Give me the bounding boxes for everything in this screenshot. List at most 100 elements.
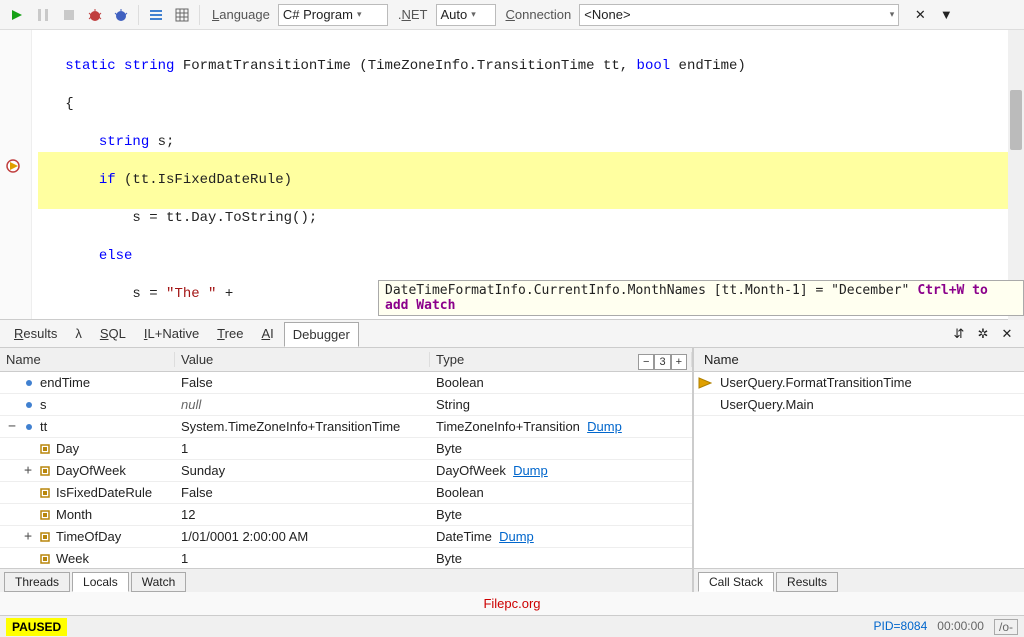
callstack-list[interactable]: UserQuery.FormatTransitionTime UserQuery.… (694, 372, 1024, 568)
chevron-down-icon: ▾ (471, 9, 476, 20)
var-value: False (175, 485, 430, 500)
grid-view-icon[interactable] (171, 4, 193, 26)
property-icon (38, 530, 52, 544)
status-time: 00:00:00 (937, 619, 984, 635)
var-value: 1/01/0001 2:00:00 AM (175, 529, 430, 544)
var-name: IsFixedDateRule (56, 485, 152, 500)
locals-grid[interactable]: endTimeFalseBooleansnullString−ttSystem.… (0, 372, 692, 568)
locals-row[interactable]: Day1Byte (0, 438, 692, 460)
code-editor[interactable]: static string FormatTransitionTime (Time… (0, 30, 1024, 320)
var-type: Byte (430, 551, 692, 566)
var-type: Boolean (430, 485, 692, 500)
close-panel-icon[interactable]: ✕ (996, 323, 1018, 345)
pause-button[interactable] (32, 4, 54, 26)
var-name: Week (56, 551, 89, 566)
locals-row[interactable]: + DayOfWeek SundayDayOfWeek Dump (0, 460, 692, 482)
locals-row[interactable]: endTimeFalseBoolean (0, 372, 692, 394)
var-name: Day (56, 441, 79, 456)
net-label: .NET (398, 7, 428, 22)
callstack-row[interactable]: UserQuery.Main (694, 394, 1024, 416)
locals-row[interactable]: Month12Byte (0, 504, 692, 526)
stack-frame-name: UserQuery.Main (720, 397, 814, 412)
depth-control[interactable]: −3+ (638, 354, 687, 370)
var-type: Boolean (430, 375, 692, 390)
locals-row[interactable]: Week 1Byte (0, 548, 692, 568)
tab-tree[interactable]: Tree (209, 322, 251, 345)
tab-sql[interactable]: SQL (92, 322, 134, 345)
run-button[interactable] (6, 4, 28, 26)
expand-icon[interactable]: − (6, 419, 18, 434)
var-type: Byte (430, 441, 692, 456)
locals-row[interactable]: IsFixedDateRule FalseBoolean (0, 482, 692, 504)
var-type: DayOfWeek Dump (430, 463, 692, 478)
status-mode: /o- (994, 619, 1018, 635)
property-icon (38, 552, 52, 566)
tab-results[interactable]: Results (6, 322, 65, 345)
callstack-bottom-tabs: Call Stack Results (694, 568, 1024, 592)
var-value: 1 (175, 551, 430, 566)
tab-callstack[interactable]: Call Stack (698, 572, 774, 592)
dropdown-button[interactable]: ▼ (935, 4, 957, 26)
var-type: Byte (430, 507, 692, 522)
field-icon (22, 376, 36, 390)
chevron-down-icon: ▾ (357, 9, 362, 20)
connection-select[interactable]: <None>▾ (579, 4, 899, 26)
field-icon (22, 420, 36, 434)
tab-locals[interactable]: Locals (72, 572, 129, 592)
tab-cs-results[interactable]: Results (776, 572, 838, 592)
dump-link[interactable]: Dump (587, 419, 622, 434)
var-value: Sunday (175, 463, 430, 478)
tab-ilnative[interactable]: IL+Native (136, 322, 207, 345)
status-pid: PID=8084 (874, 619, 928, 635)
tab-watch[interactable]: Watch (131, 572, 187, 592)
expand-icon[interactable]: + (22, 529, 34, 544)
var-name: tt (40, 419, 47, 434)
locals-header: Name Value Type −3+ (0, 348, 692, 372)
property-icon (38, 464, 52, 478)
dump-link[interactable]: Dump (513, 463, 548, 478)
dump-link[interactable]: Dump (499, 529, 534, 544)
var-name: endTime (40, 375, 90, 390)
tab-lambda[interactable]: λ (67, 322, 90, 345)
refresh-icon[interactable]: ✲ (972, 323, 994, 345)
bug-icon[interactable] (84, 4, 106, 26)
callstack-panel: Name UserQuery.FormatTransitionTimeUserQ… (694, 348, 1024, 592)
chevron-down-icon: ▾ (890, 9, 895, 20)
close-button[interactable]: ✕ (909, 4, 931, 26)
debug-panels: Name Value Type −3+ endTimeFalseBooleans… (0, 348, 1024, 592)
property-icon (38, 442, 52, 456)
tab-ai[interactable]: AI (253, 322, 281, 345)
locals-row[interactable]: +TimeOfDay1/01/0001 2:00:00 AMDateTime D… (0, 526, 692, 548)
var-value: null (175, 397, 430, 412)
property-icon (38, 508, 52, 522)
status-paused: PAUSED (6, 618, 67, 636)
tab-debugger[interactable]: Debugger (284, 322, 359, 347)
callstack-row[interactable]: UserQuery.FormatTransitionTime (694, 372, 1024, 394)
locals-row[interactable]: snullString (0, 394, 692, 416)
var-value: System.TimeZoneInfo+TransitionTime (175, 419, 430, 434)
list-view-icon[interactable] (145, 4, 167, 26)
stop-button[interactable] (58, 4, 80, 26)
var-name: DayOfWeek (56, 463, 126, 478)
output-tabs: Results λ SQL IL+Native Tree AI Debugger… (0, 320, 1024, 348)
callstack-header: Name (694, 348, 1024, 372)
var-type: String (430, 397, 692, 412)
sort-icon[interactable]: ⇵ (948, 323, 970, 345)
property-icon (38, 486, 52, 500)
net-select[interactable]: Auto▾ (436, 4, 496, 26)
stack-pointer-icon (698, 377, 714, 389)
language-label: Language (212, 7, 270, 22)
watermark: Filepc.org (483, 596, 540, 611)
connection-label: Connection (506, 7, 572, 22)
tab-threads[interactable]: Threads (4, 572, 70, 592)
locals-panel: Name Value Type −3+ endTimeFalseBooleans… (0, 348, 694, 592)
bug-blue-icon[interactable] (110, 4, 132, 26)
var-value: 12 (175, 507, 430, 522)
var-name: TimeOfDay (56, 529, 121, 544)
status-bar: PAUSED PID=8084 00:00:00 /o- (0, 615, 1024, 637)
debug-tooltip: DateTimeFormatInfo.CurrentInfo.MonthName… (378, 280, 1024, 316)
main-toolbar: Language C# Program▾ .NET Auto▾ Connecti… (0, 0, 1024, 30)
expand-icon[interactable]: + (22, 463, 34, 478)
locals-row[interactable]: −ttSystem.TimeZoneInfo+TransitionTimeTim… (0, 416, 692, 438)
language-select[interactable]: C# Program▾ (278, 4, 388, 26)
